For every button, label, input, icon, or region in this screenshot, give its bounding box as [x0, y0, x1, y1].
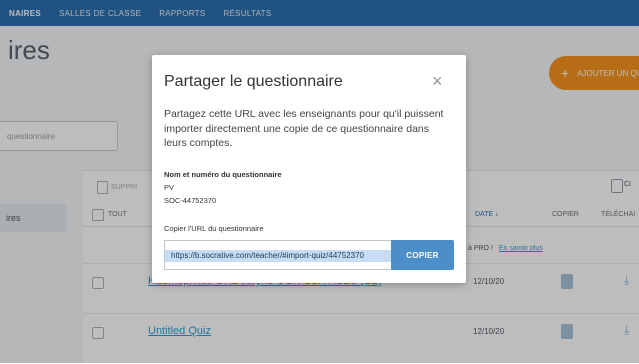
quiz-name-label: Nom et numéro du questionnaire — [164, 170, 282, 179]
modal-description: Partagez cette URL avec les enseignants … — [164, 108, 444, 149]
modal-title: Partager le questionnaire — [164, 73, 343, 90]
copy-url-button[interactable]: COPIER — [391, 240, 454, 270]
share-url-input[interactable] — [164, 240, 391, 270]
quiz-name-value: PV — [164, 183, 175, 192]
quiz-id-value: SOC-44752370 — [164, 196, 217, 205]
url-label: Copier l'URL du questionnaire — [164, 224, 264, 233]
share-quiz-modal: Partager le questionnaire × Partagez cet… — [152, 55, 466, 283]
close-icon[interactable]: × — [432, 71, 443, 92]
